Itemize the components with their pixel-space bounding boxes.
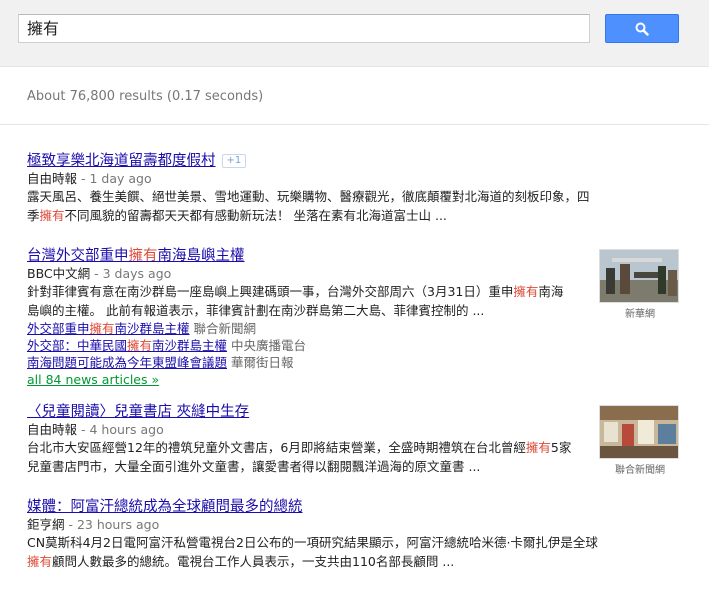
result-snippet: 台北市大安區經營12年的禮筑兒童外文書店，6月即將結束營業，全盛時期禮筑在台北曾… bbox=[27, 438, 571, 476]
result-title[interactable]: 〈兒童閱讀〉兒童書店 夾縫中生存 bbox=[27, 403, 249, 421]
snippet-line: 露天風呂、養生美饌、絕世美景、雪地運動、玩樂購物、醫療觀光，徹底顛覆對北海道的刻… bbox=[27, 189, 590, 204]
related-article-link[interactable]: 南海問題可能成為今年東盟峰會議題 bbox=[27, 355, 227, 370]
snippet-line: 台北市大安區經營12年的禮筑兒童外文書店，6月即將結束營業，全盛時期禮筑在台北曾… bbox=[27, 440, 572, 455]
news-result-4: 媒體：阿富汗總統成為全球顧問最多的總統 鉅亨網 - 23 hours ago C… bbox=[27, 498, 598, 571]
related-article: 外交部重申擁有南沙群島主權 聯合新聞網 bbox=[27, 320, 563, 337]
result-snippet: 針對菲律賓有意在南沙群島一座島嶼上興建碼頭一事，台灣外交部周六（3月31日）重申… bbox=[27, 282, 563, 320]
news-photo bbox=[599, 249, 679, 303]
related-article-source: 華爾街日報 bbox=[231, 355, 294, 370]
snippet-line: 季擁有不同風貌的留壽都天天都有感動新玩法！ 坐落在素有北海道富士山 ... bbox=[27, 208, 447, 223]
result-thumbnail[interactable]: 聯合新聞網 bbox=[599, 405, 681, 476]
related-article-source: 聯合新聞網 bbox=[193, 321, 257, 336]
result-snippet: 露天風呂、養生美饌、絕世美景、雪地運動、玩樂購物、醫療觀光，徹底顛覆對北海道的刻… bbox=[27, 187, 590, 225]
result-title[interactable]: 台灣外交部重申擁有南海島嶼主權 bbox=[27, 247, 245, 265]
related-article: 南海問題可能成為今年東盟峰會議題 華爾街日報 bbox=[27, 354, 563, 371]
snippet-line: 擁有顧問人數最多的總統。電視台工作人員表示，一支共由110名部長顧問 ... bbox=[27, 554, 455, 569]
result-meta: BBC中文網 - 3 days ago bbox=[27, 266, 172, 281]
result-stats: About 76,800 results (0.17 seconds) bbox=[27, 89, 264, 104]
search-button[interactable] bbox=[605, 14, 679, 43]
result-snippet: CN莫斯科4月2日電阿富汗私營電視台2日公布的一項研究結果顯示，阿富汗總統哈米德… bbox=[27, 533, 598, 571]
news-photo bbox=[599, 405, 679, 459]
result-meta: 自由時報 - 1 day ago bbox=[27, 171, 152, 186]
result-meta: 鉅亨網 - 23 hours ago bbox=[27, 517, 160, 532]
all-news-articles-link[interactable]: all 84 news articles » bbox=[27, 372, 159, 387]
related-article-link[interactable]: 外交部重申擁有南沙群島主權 bbox=[27, 321, 190, 336]
search-input[interactable]: 擁有 bbox=[18, 14, 590, 43]
magnifier-icon bbox=[635, 22, 649, 36]
result-thumbnail[interactable]: 新華網 bbox=[599, 249, 681, 320]
related-article-link[interactable]: 外交部：中華民國擁有南沙群島主權 bbox=[27, 338, 227, 353]
search-header: 擁有 bbox=[0, 0, 709, 67]
header-divider bbox=[0, 124, 709, 125]
thumbnail-caption: 聯合新聞網 bbox=[615, 465, 665, 476]
snippet-line: 兒童書店門市，大量全面引進外文童書，讓愛書者得以翻閱飄洋過海的原文童書 ... bbox=[27, 459, 481, 474]
plus-one-badge[interactable]: +1 bbox=[221, 154, 247, 168]
snippet-line: 針對菲律賓有意在南沙群島一座島嶼上興建碼頭一事，台灣外交部周六（3月31日）重申… bbox=[27, 284, 564, 299]
news-result-3: 〈兒童閱讀〉兒童書店 夾縫中生存 自由時報 - 4 hours ago 台北市大… bbox=[27, 403, 571, 476]
result-meta: 自由時報 - 4 hours ago bbox=[27, 422, 164, 437]
result-title[interactable]: 極致享樂北海道留壽都度假村 bbox=[27, 152, 216, 170]
news-result-2: 台灣外交部重申擁有南海島嶼主權 BBC中文網 - 3 days ago 針對菲律… bbox=[27, 247, 563, 388]
result-title[interactable]: 媒體：阿富汗總統成為全球顧問最多的總統 bbox=[27, 498, 303, 516]
news-result-1: 極致享樂北海道留壽都度假村 +1 自由時報 - 1 day ago 露天風呂、養生… bbox=[27, 152, 590, 225]
thumbnail-caption: 新華網 bbox=[625, 309, 655, 320]
snippet-line: 島嶼的主權。 此前有報道表示，菲律賓計劃在南沙群島第二大島、菲律賓控制的 ... bbox=[27, 303, 485, 318]
related-article-source: 中央廣播電台 bbox=[231, 338, 307, 353]
related-article: 外交部：中華民國擁有南沙群島主權 中央廣播電台 bbox=[27, 337, 563, 354]
snippet-line: CN莫斯科4月2日電阿富汗私營電視台2日公布的一項研究結果顯示，阿富汗總統哈米德… bbox=[27, 535, 598, 550]
